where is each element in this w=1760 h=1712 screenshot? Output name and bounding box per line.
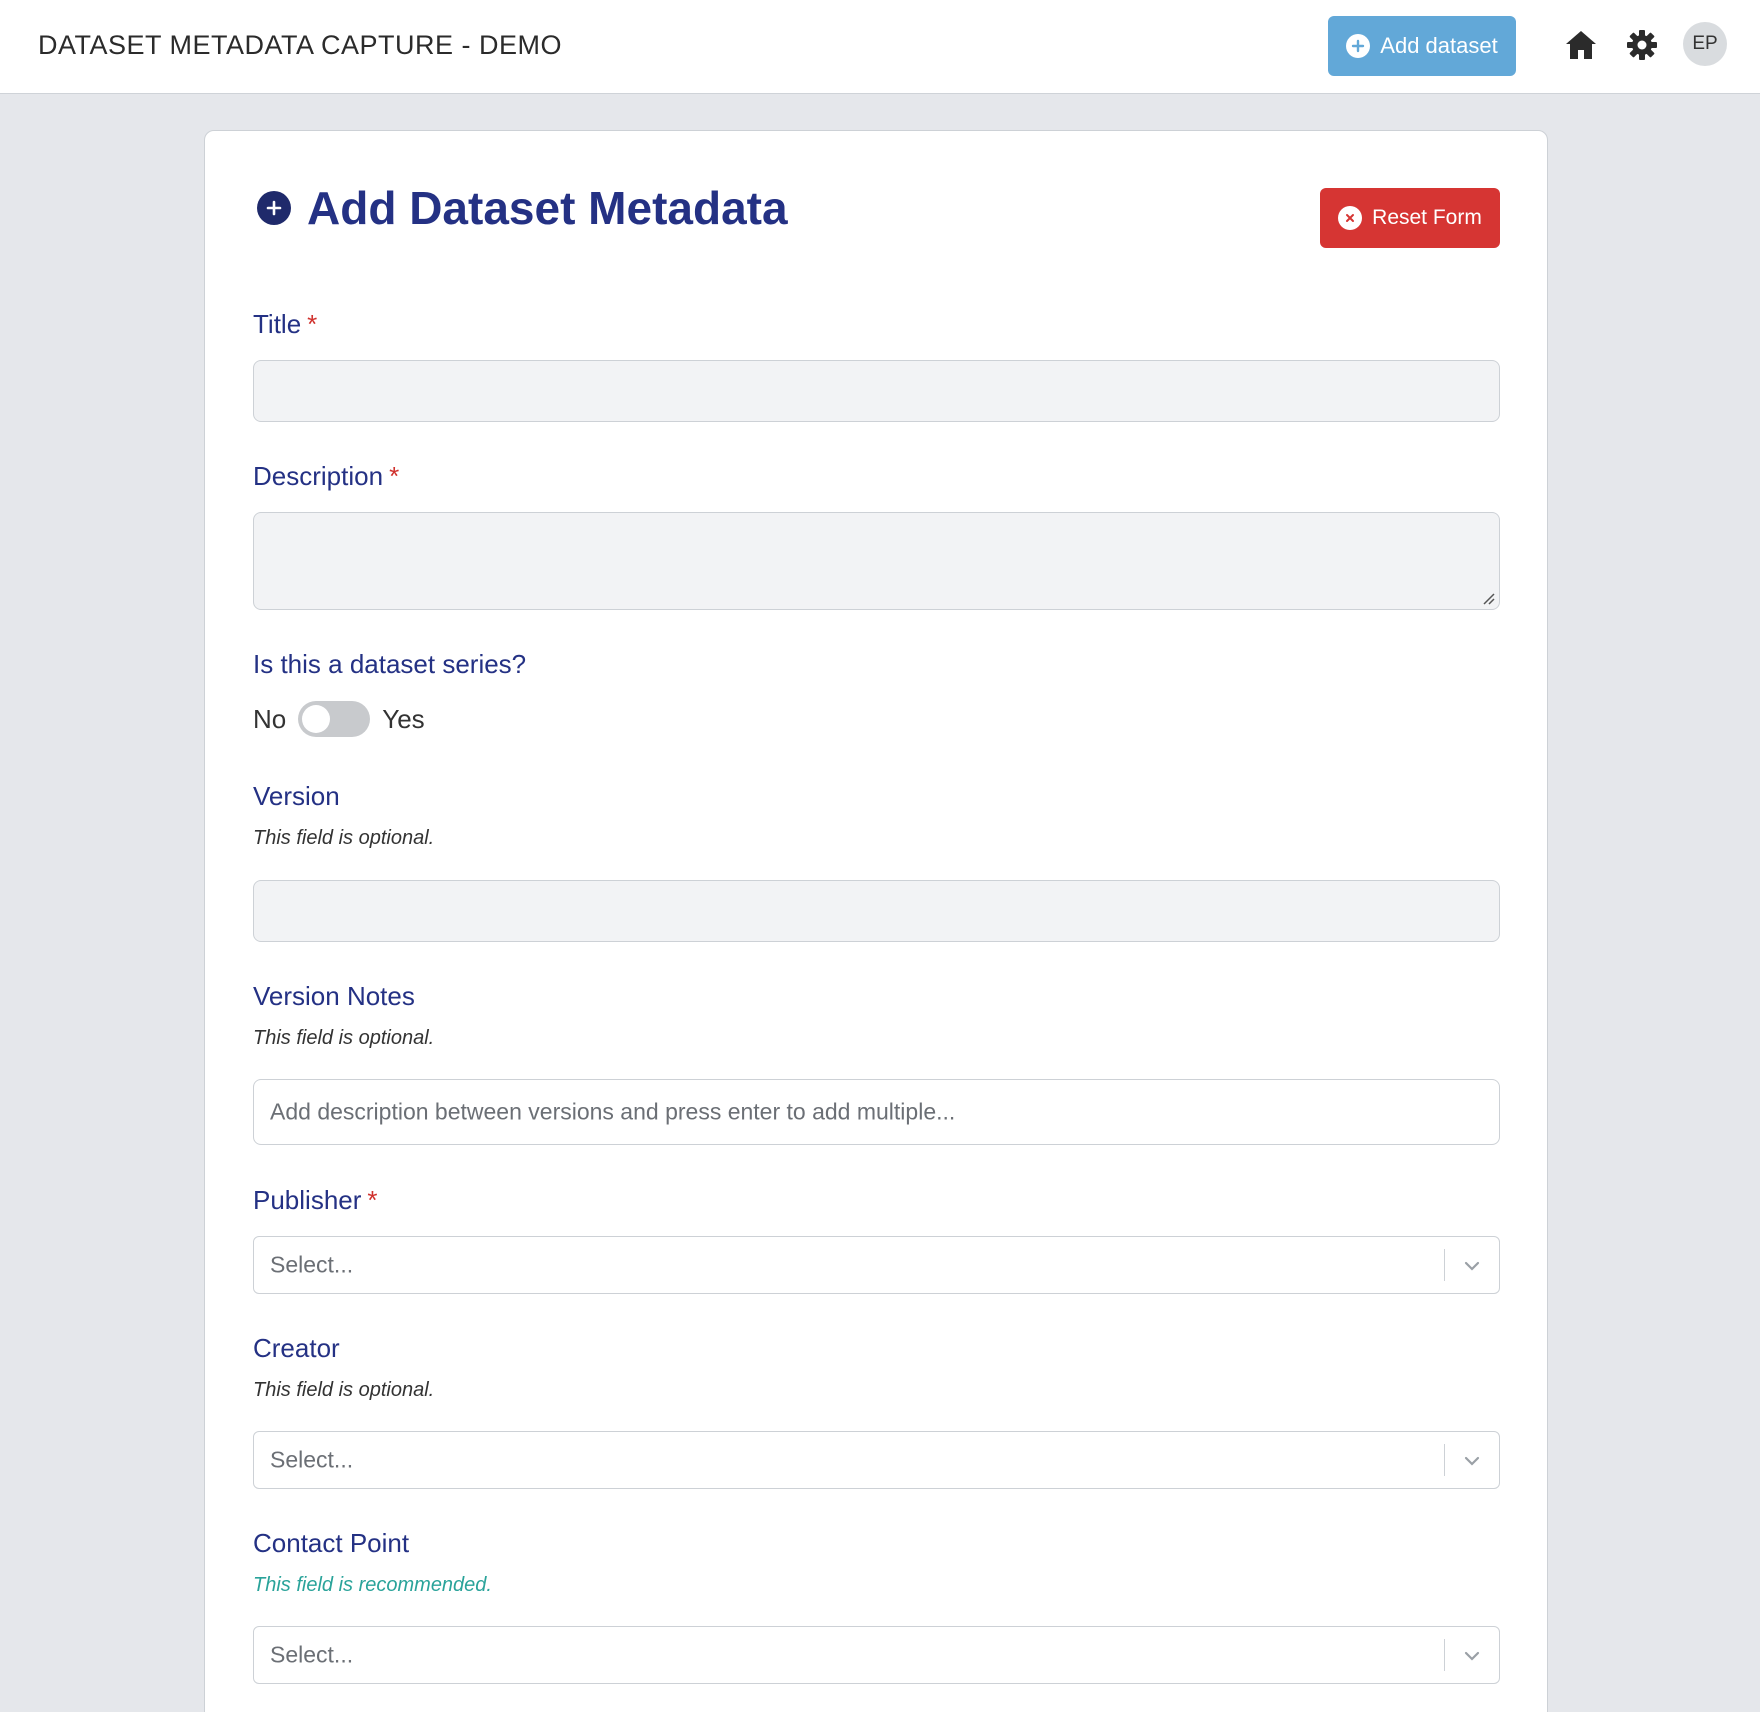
creator-hint: This field is optional. bbox=[253, 1379, 435, 1401]
dataset-series-toggle[interactable] bbox=[298, 701, 371, 737]
publisher-label-text: Publisher bbox=[253, 1185, 362, 1215]
version-notes-label: Version Notes bbox=[253, 981, 415, 1011]
contact-point-placeholder: Select... bbox=[270, 1641, 354, 1668]
home-icon[interactable] bbox=[1564, 28, 1598, 62]
chevron-down-icon[interactable] bbox=[1461, 1255, 1483, 1277]
version-label: Version bbox=[253, 781, 340, 811]
chevron-down-icon[interactable] bbox=[1461, 1450, 1483, 1472]
creator-label: Creator bbox=[253, 1333, 340, 1363]
description-textarea[interactable] bbox=[253, 512, 1500, 610]
select-separator bbox=[1444, 1249, 1445, 1281]
required-marker: * bbox=[307, 309, 318, 339]
publisher-placeholder: Select... bbox=[270, 1251, 354, 1278]
chevron-down-icon[interactable] bbox=[1461, 1645, 1483, 1667]
publisher-label: Publisher * bbox=[253, 1185, 378, 1216]
form-card: Add Dataset Metadata Reset Form Title * D… bbox=[204, 130, 1548, 1712]
top-navbar: DATASET METADATA CAPTURE - DEMO Add data… bbox=[0, 0, 1760, 94]
version-hint: This field is optional. bbox=[253, 827, 435, 849]
contact-point-label: Contact Point bbox=[253, 1528, 410, 1558]
title-label: Title * bbox=[253, 309, 317, 340]
gear-icon[interactable] bbox=[1626, 29, 1658, 61]
avatar[interactable]: EP bbox=[1683, 22, 1727, 66]
contact-point-hint: This field is recommended. bbox=[253, 1574, 492, 1596]
creator-select[interactable]: Select... bbox=[253, 1431, 1500, 1489]
required-marker: * bbox=[367, 1185, 378, 1215]
select-separator bbox=[1444, 1639, 1445, 1671]
dataset-series-toggle-row: No Yes bbox=[253, 701, 425, 737]
select-separator bbox=[1444, 1444, 1445, 1476]
dataset-series-question: Is this a dataset series? bbox=[253, 649, 527, 679]
resize-grip-icon[interactable] bbox=[1481, 591, 1495, 605]
app-title: DATASET METADATA CAPTURE - DEMO bbox=[38, 30, 563, 60]
version-input[interactable] bbox=[253, 880, 1500, 942]
contact-point-select[interactable]: Select... bbox=[253, 1626, 1500, 1684]
toggle-yes-label: Yes bbox=[382, 703, 425, 734]
version-notes-input[interactable]: Add description between versions and pre… bbox=[253, 1079, 1500, 1145]
plus-circle-icon bbox=[1346, 34, 1371, 58]
toggle-no-label: No bbox=[253, 703, 287, 734]
close-circle-icon bbox=[1338, 206, 1363, 230]
description-label-text: Description bbox=[253, 461, 384, 491]
title-label-text: Title bbox=[253, 309, 302, 339]
plus-circle-icon bbox=[257, 191, 291, 225]
required-marker: * bbox=[389, 461, 400, 491]
creator-placeholder: Select... bbox=[270, 1446, 354, 1473]
add-dataset-button[interactable]: Add dataset bbox=[1328, 16, 1516, 76]
toggle-knob bbox=[302, 705, 331, 733]
reset-form-button[interactable]: Reset Form bbox=[1320, 188, 1500, 248]
publisher-select[interactable]: Select... bbox=[253, 1236, 1500, 1294]
title-input[interactable] bbox=[253, 360, 1500, 422]
version-notes-hint: This field is optional. bbox=[253, 1027, 435, 1049]
add-dataset-label: Add dataset bbox=[1380, 33, 1498, 58]
page-heading: Add Dataset Metadata bbox=[257, 181, 788, 235]
description-label: Description * bbox=[253, 461, 399, 492]
reset-form-label: Reset Form bbox=[1372, 206, 1482, 229]
page-title: Add Dataset Metadata bbox=[307, 182, 788, 234]
version-notes-placeholder: Add description between versions and pre… bbox=[270, 1098, 956, 1125]
